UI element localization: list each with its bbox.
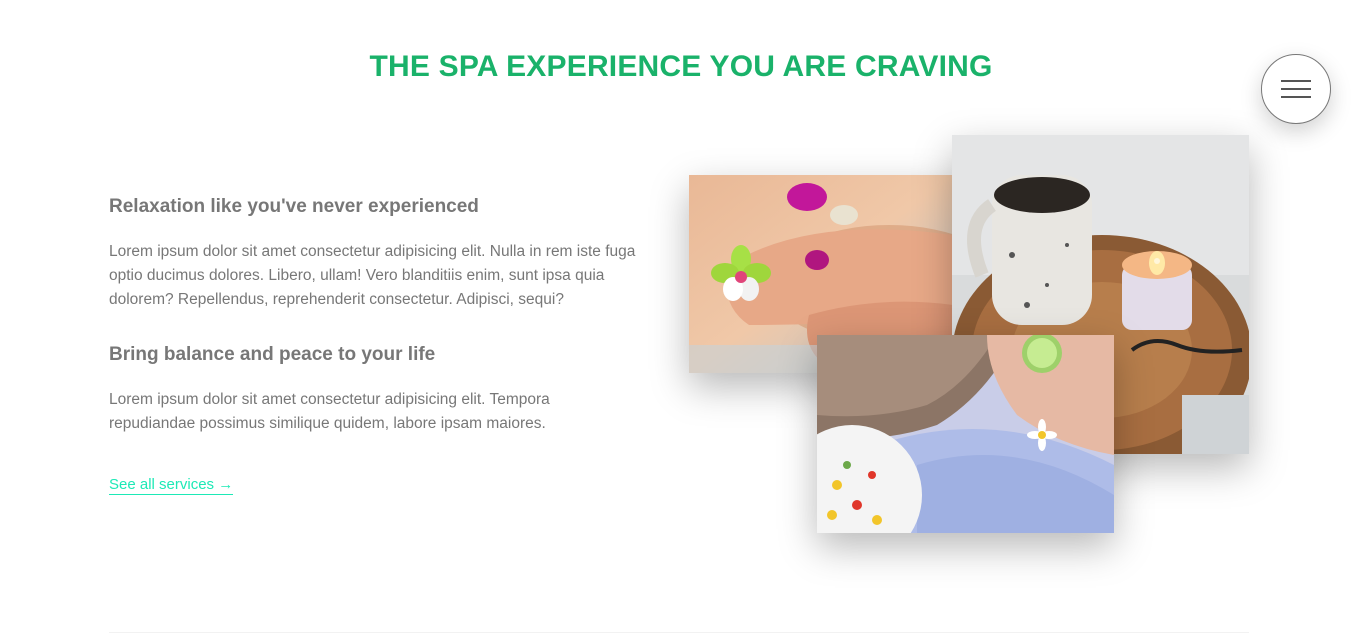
hamburger-menu-icon [1281, 80, 1311, 98]
feature-title-relaxation: Relaxation like you've never experienced [109, 196, 479, 217]
features-text-column: Relaxation like you've never experienced… [109, 194, 639, 495]
photo-cucumber-facial [817, 335, 1114, 533]
section-divider [109, 632, 1249, 633]
menu-button[interactable] [1261, 54, 1331, 124]
feature-text-relaxation: Lorem ipsum dolor sit amet consectetur a… [109, 243, 636, 308]
feature-text-balance: Lorem ipsum dolor sit amet consectetur a… [109, 391, 550, 432]
section-title: THE SPA EXPERIENCE YOU ARE CRAVING [369, 50, 993, 83]
see-all-services-link[interactable]: See all services → [109, 476, 234, 495]
spa-features-section: THE SPA EXPERIENCE YOU ARE CRAVING Relax… [0, 0, 1362, 636]
feature-title-balance: Bring balance and peace to your life [109, 344, 436, 365]
